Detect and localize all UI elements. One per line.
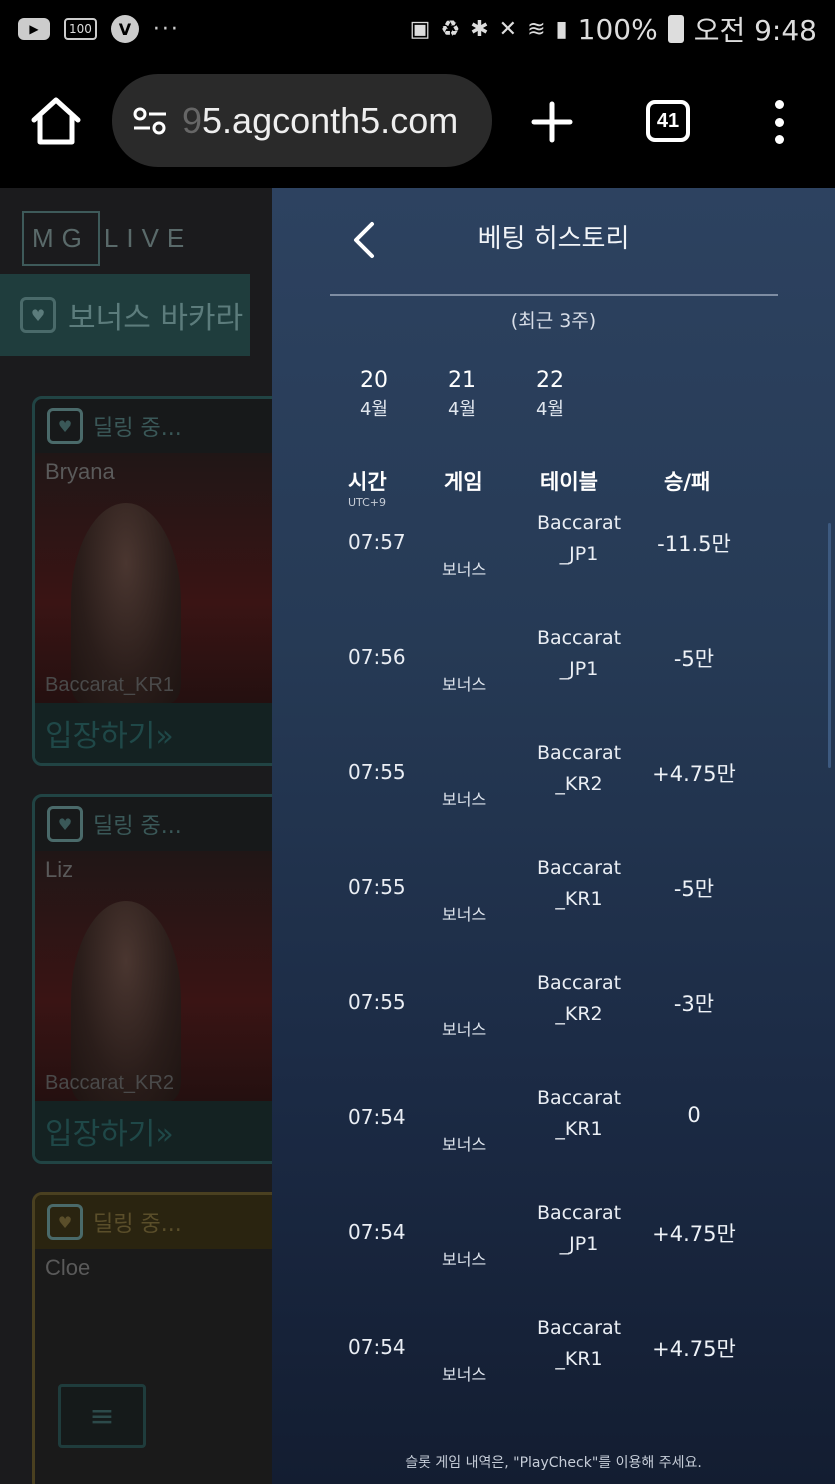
history-row[interactable]: 07:55 보너스 Baccarat _KR2 +4.75만 (272, 738, 835, 853)
url-faded: 9 (182, 99, 203, 141)
site-settings-icon[interactable] (132, 106, 168, 136)
enter-button[interactable]: 입장하기» (35, 1101, 289, 1161)
recycle-icon: ♻ (440, 16, 461, 42)
save-icon: ▣ (409, 16, 431, 42)
history-row[interactable]: 07:56 보너스 Baccarat _JP1 -5만 (272, 623, 835, 738)
dealer-name: Bryana (45, 459, 115, 484)
date-item[interactable]: 22 4월 (528, 368, 572, 421)
dealer-photo (71, 503, 181, 703)
date-item[interactable]: 21 4월 (440, 368, 484, 421)
tab-switcher-button[interactable]: 41 (646, 100, 690, 142)
battery-percent: 100% (577, 12, 658, 46)
mute-icon: ✕ (498, 16, 518, 42)
more-icon: ··· (152, 16, 180, 42)
youtube-icon: ▶ (18, 18, 50, 40)
v-app-icon: V (110, 15, 139, 43)
col-result: 승/패 (664, 470, 711, 494)
col-game: 게임 (444, 470, 483, 494)
dealer-name: Liz (45, 857, 74, 882)
url-domain: 5.agconth5.com (202, 99, 459, 141)
browser-toolbar: 95.agconth5.com 41 (0, 58, 835, 188)
panel-title: 베팅 히스토리 (477, 224, 630, 254)
table-name: Baccarat_KR2 (45, 1072, 174, 1094)
table-card[interactable]: ♥ 딜링 중... Liz Baccarat_KR2 입장하기» (32, 794, 292, 1164)
battery-100-icon: 100 (64, 18, 97, 40)
col-table: 테이블 (540, 470, 598, 494)
cards-icon: ♥ (47, 408, 83, 444)
period-label: (최근 3주) (510, 310, 597, 332)
footer-note: 슬롯 게임 내역은, "PlayCheck"를 이용해 주세요. (405, 1455, 702, 1471)
dealer-photo (71, 901, 181, 1101)
col-time: 시간 (348, 470, 387, 494)
status-bar: ▶ 100 V ··· ▣ ♻ ✱ ✕ ≋ ▮ 100% 오전 9:48 (0, 0, 835, 58)
scrollbar[interactable] (828, 523, 831, 768)
dealer-name: Cloe (45, 1255, 91, 1280)
history-row[interactable]: 07:54 보너스 Baccarat _KR1 0 (272, 1083, 835, 1198)
address-bar[interactable]: 95.agconth5.com (112, 74, 492, 167)
table-name: Baccarat_KR1 (45, 674, 174, 696)
browser-menu-icon[interactable] (770, 100, 788, 144)
sort-icon[interactable]: ≡ (58, 1384, 146, 1448)
enter-button[interactable]: 입장하기» (35, 703, 289, 763)
url-text: 95.agconth5.com (182, 100, 458, 142)
home-icon[interactable] (30, 96, 82, 146)
new-tab-icon[interactable] (530, 100, 574, 144)
divider (330, 294, 778, 296)
history-row[interactable]: 07:54 보너스 Baccarat _JP1 +4.75만 (272, 1198, 835, 1313)
history-row[interactable]: 07:54 보너스 Baccarat _KR1 +4.75만 (272, 1313, 835, 1428)
cards-icon: ♥ (20, 297, 56, 333)
betting-history-panel: 베팅 히스토리 (최근 3주) 20 4월 21 4월 22 4월 시간 게임 … (272, 188, 835, 1484)
history-row[interactable]: 07:57 보너스 Baccarat _JP1 -11.5만 (272, 508, 835, 623)
cards-icon: ♥ (47, 806, 83, 842)
history-row[interactable]: 07:55 보너스 Baccarat _KR2 -3만 (272, 968, 835, 1083)
date-selector: 20 4월 21 4월 22 4월 (352, 368, 572, 421)
history-row[interactable]: 07:55 보너스 Baccarat _KR1 -5만 (272, 853, 835, 968)
bluetooth-icon: ✱ (470, 16, 489, 42)
cards-icon: ♥ (47, 1204, 83, 1240)
wifi-icon: ≋ (527, 16, 546, 42)
clock: 오전 9:48 (693, 14, 817, 47)
table-card[interactable]: ♥ 딜링 중... Bryana Baccarat_KR1 입장하기» (32, 396, 292, 766)
mg-live-logo: MG LIVE (22, 208, 192, 268)
battery-icon (667, 15, 684, 43)
date-item[interactable]: 20 4월 (352, 368, 396, 421)
signal-icon: ▮ (555, 16, 568, 42)
tab-bonus-baccarat[interactable]: ♥ 보너스 바카라 (0, 274, 250, 356)
